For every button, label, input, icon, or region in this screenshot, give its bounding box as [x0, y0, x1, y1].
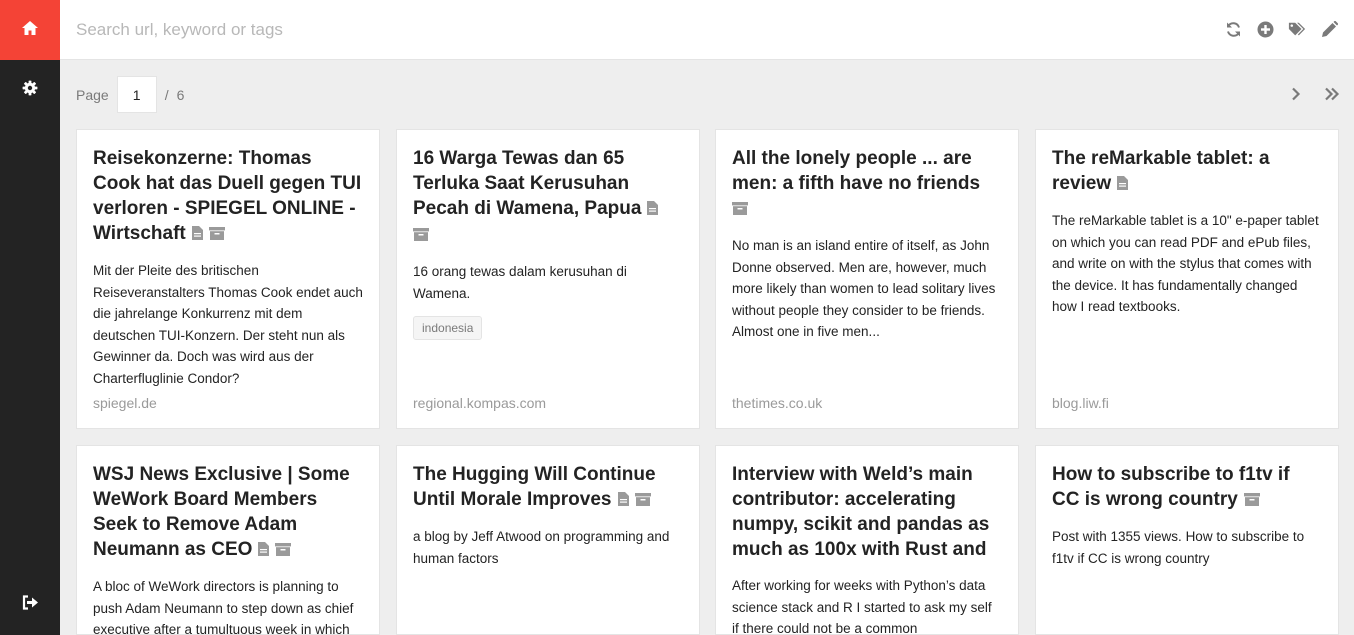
- sidebar: [0, 0, 60, 635]
- bookmark-excerpt: No man is an island entire of itself, as…: [732, 238, 996, 339]
- archive-icon[interactable]: [1243, 488, 1260, 513]
- bookmark-url[interactable]: thetimes.co.uk: [732, 395, 822, 411]
- bookmark-excerpt: Post with 1355 views. How to subscribe t…: [1052, 529, 1305, 566]
- bookmark-title: 16 Warga Tewas dan 65 Terluka Saat Kerus…: [413, 148, 642, 219]
- bookmark-card: Interview with Weld’s main contributor: …: [715, 445, 1019, 635]
- bookmark-title-link[interactable]: How to subscribe to f1tv if CC is wrong …: [1052, 462, 1322, 513]
- page-label: Page: [76, 86, 109, 103]
- pagination: Page / 6: [76, 76, 184, 113]
- bookmark-title-link[interactable]: Interview with Weld’s main contributor: …: [732, 462, 1002, 562]
- bookmark-title-link[interactable]: The Hugging Will Continue Until Morale I…: [413, 462, 683, 513]
- archive-icon[interactable]: [634, 488, 651, 513]
- add-icon[interactable]: [1256, 18, 1274, 40]
- page-total: 6: [176, 86, 185, 103]
- gear-icon: [22, 80, 38, 101]
- logout-button[interactable]: [0, 575, 60, 635]
- home-button[interactable]: [0, 0, 60, 60]
- document-icon[interactable]: [1117, 172, 1129, 197]
- top-bar: [60, 0, 1354, 60]
- document-icon[interactable]: [258, 538, 270, 563]
- bookmark-title: WSJ News Exclusive | Some WeWork Board M…: [93, 464, 350, 560]
- archive-icon[interactable]: [732, 197, 748, 222]
- bookmark-excerpt: a blog by Jeff Atwood on programming and…: [413, 529, 670, 566]
- bookmark-card: 16 Warga Tewas dan 65 Terluka Saat Kerus…: [396, 129, 700, 429]
- edit-icon[interactable]: [1320, 18, 1338, 40]
- bookmark-tags: indonesia: [413, 316, 683, 340]
- bookmark-url[interactable]: regional.kompas.com: [413, 395, 546, 411]
- toolbar-actions: [1224, 18, 1338, 40]
- page-separator: /: [164, 86, 169, 103]
- bookmark-title-link[interactable]: Reisekonzerne: Thomas Cook hat das Duell…: [93, 146, 363, 247]
- last-page-icon[interactable]: [1324, 84, 1340, 104]
- bookmark-card: How to subscribe to f1tv if CC is wrong …: [1035, 445, 1339, 635]
- bookmark-card: The reMarkable tablet: a review The reMa…: [1035, 129, 1339, 429]
- bookmark-excerpt: 16 orang tewas dalam kerusuhan di Wamena…: [413, 264, 627, 301]
- bookmark-card: The Hugging Will Continue Until Morale I…: [396, 445, 700, 635]
- bookmark-title: Interview with Weld’s main contributor: …: [732, 464, 990, 560]
- settings-button[interactable]: [0, 60, 60, 120]
- refresh-icon[interactable]: [1224, 18, 1242, 40]
- bookmark-excerpt: Mit der Pleite des britischen Reiseveran…: [93, 263, 363, 386]
- bookmark-title: The reMarkable tablet: a review: [1052, 148, 1270, 194]
- document-icon[interactable]: [617, 488, 629, 513]
- bookmark-title-link[interactable]: All the lonely people ... are men: a fif…: [732, 146, 1002, 222]
- bookmark-card: Reisekonzerne: Thomas Cook hat das Duell…: [76, 129, 380, 429]
- document-icon[interactable]: [191, 222, 203, 247]
- bookmark-title: Reisekonzerne: Thomas Cook hat das Duell…: [93, 148, 362, 244]
- bookmark-title-link[interactable]: WSJ News Exclusive | Some WeWork Board M…: [93, 462, 363, 563]
- bookmark-title: All the lonely people ... are men: a fif…: [732, 148, 981, 194]
- document-icon[interactable]: [647, 197, 659, 222]
- tag-indonesia[interactable]: indonesia: [413, 316, 483, 340]
- search-input[interactable]: [60, 0, 1180, 59]
- bookmark-excerpt: A bloc of WeWork directors is planning t…: [93, 579, 354, 635]
- bookmark-url[interactable]: blog.liw.fi: [1052, 395, 1109, 411]
- bookmark-title-link[interactable]: 16 Warga Tewas dan 65 Terluka Saat Kerus…: [413, 146, 683, 248]
- bookmark-card: All the lonely people ... are men: a fif…: [715, 129, 1019, 429]
- archive-icon[interactable]: [208, 222, 225, 247]
- bookmark-url[interactable]: spiegel.de: [93, 395, 157, 411]
- bookmark-card: WSJ News Exclusive | Some WeWork Board M…: [76, 445, 380, 635]
- bookmark-excerpt: After working for weeks with Python’s da…: [732, 578, 992, 635]
- logout-icon: [22, 595, 39, 615]
- next-page-icon[interactable]: [1288, 84, 1304, 104]
- home-icon: [21, 20, 39, 41]
- bookmark-excerpt: The reMarkable tablet is a 10" e-paper t…: [1052, 213, 1319, 314]
- pagination-nav: [1288, 84, 1340, 104]
- tags-icon[interactable]: [1288, 18, 1306, 40]
- page-number-input[interactable]: [116, 76, 157, 113]
- archive-icon[interactable]: [413, 223, 429, 248]
- archive-icon[interactable]: [275, 538, 292, 563]
- bookmark-title-link[interactable]: The reMarkable tablet: a review: [1052, 146, 1322, 197]
